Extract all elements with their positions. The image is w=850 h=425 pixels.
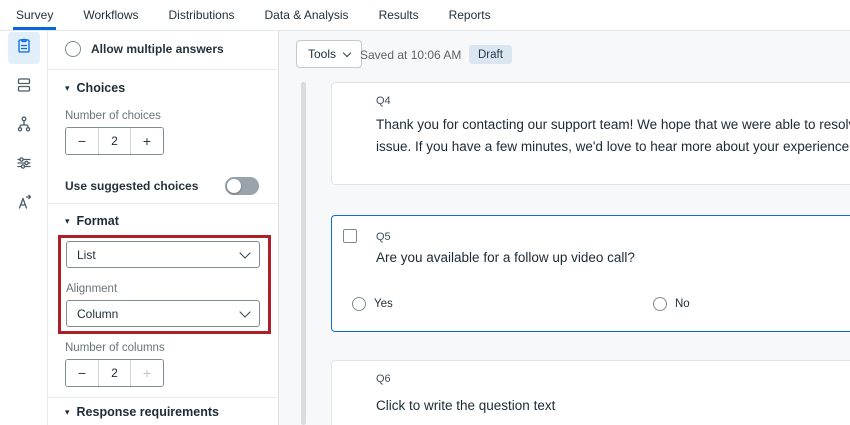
use-suggested-choices-label: Use suggested choices	[65, 179, 198, 193]
icon-rail	[0, 31, 48, 425]
tab-results[interactable]: Results	[379, 0, 419, 30]
alignment-dropdown-value: Column	[77, 307, 118, 321]
rail-item-blocks[interactable]	[8, 71, 40, 103]
question-text-line[interactable]: issue. If you have a few minutes, we'd l…	[376, 139, 850, 154]
option-label-yes: Yes	[374, 298, 393, 310]
question-id-label: Q6	[376, 373, 391, 385]
allow-multiple-answers-radio[interactable]	[65, 41, 81, 57]
number-of-columns-label: Number of columns	[65, 342, 165, 354]
survey-options-icon	[15, 154, 33, 177]
decrease-choices-button[interactable]: −	[66, 128, 98, 154]
caret-down-icon: ▾	[65, 84, 70, 93]
alignment-label: Alignment	[66, 283, 117, 295]
question-settings-panel: Allow multiple answers ▾ Choices Number …	[48, 31, 279, 425]
number-of-columns-value: 2	[98, 360, 131, 386]
caret-down-icon: ▾	[65, 408, 70, 417]
tab-distributions[interactable]: Distributions	[168, 0, 234, 30]
format-dropdown-value: List	[77, 248, 96, 262]
question-text[interactable]: Are you available for a follow up video …	[376, 250, 635, 265]
format-dropdown[interactable]: List	[66, 241, 260, 268]
rail-item-survey-options[interactable]	[8, 149, 40, 181]
chevron-down-icon	[343, 49, 351, 57]
tools-button[interactable]: Tools	[296, 40, 362, 68]
choices-section-title: Choices	[77, 81, 126, 95]
decrease-columns-button[interactable]: −	[66, 360, 98, 386]
radio-option-no[interactable]	[653, 297, 667, 311]
survey-canvas: Tools Saved at 10:06 AM Draft Q4 Thank y…	[279, 31, 850, 425]
rail-item-translations[interactable]	[8, 188, 40, 220]
chevron-down-icon	[239, 306, 250, 317]
survey-flow-icon	[15, 115, 33, 138]
rail-item-survey-flow[interactable]	[8, 110, 40, 142]
top-nav: Survey Workflows Distributions Data & An…	[0, 0, 850, 31]
divider	[48, 397, 279, 398]
number-of-columns-stepper: − 2 +	[65, 359, 164, 387]
question-card-q5[interactable]: Q5 Are you available for a follow up vid…	[331, 215, 850, 332]
survey-builder-icon	[15, 37, 33, 60]
radio-option-yes[interactable]	[352, 297, 366, 311]
chevron-down-icon	[239, 247, 250, 258]
question-card-q6[interactable]: Q6 Click to write the question text	[331, 360, 850, 425]
allow-multiple-answers-row: Allow multiple answers	[65, 40, 224, 58]
divider	[48, 203, 279, 204]
tools-button-label: Tools	[308, 47, 336, 61]
format-section-header[interactable]: ▾ Format	[65, 214, 119, 228]
question-id-label: Q4	[376, 95, 391, 107]
save-status: Saved at 10:06 AM	[360, 48, 461, 62]
question-text[interactable]: Click to write the question text	[376, 398, 555, 413]
tab-reports[interactable]: Reports	[449, 0, 491, 30]
answer-option-no: No	[653, 297, 690, 311]
rail-item-survey-builder[interactable]	[8, 32, 40, 64]
number-of-choices-value: 2	[98, 128, 131, 154]
translations-icon	[15, 193, 33, 216]
question-id-label: Q5	[376, 231, 391, 243]
divider	[48, 69, 279, 70]
question-text-line[interactable]: Thank you for contacting our support tea…	[376, 117, 850, 132]
use-suggested-choices-toggle[interactable]	[225, 177, 259, 195]
blocks-icon	[15, 76, 33, 99]
question-select-checkbox[interactable]	[343, 229, 357, 243]
number-of-choices-label: Number of choices	[65, 110, 161, 122]
increase-columns-button[interactable]: +	[131, 360, 163, 386]
tab-data-analysis[interactable]: Data & Analysis	[265, 0, 349, 30]
response-requirements-title: Response requirements	[77, 405, 219, 419]
option-label-no: No	[675, 298, 690, 310]
app-root: Survey Workflows Distributions Data & An…	[0, 0, 850, 425]
question-card-q4[interactable]: Q4 Thank you for contacting our support …	[331, 82, 850, 185]
caret-down-icon: ▾	[65, 217, 70, 226]
increase-choices-button[interactable]: +	[131, 128, 163, 154]
tab-workflows[interactable]: Workflows	[83, 0, 138, 30]
vertical-scrollbar[interactable]	[301, 82, 306, 425]
answer-option-yes: Yes	[352, 297, 393, 311]
number-of-choices-stepper: − 2 +	[65, 127, 164, 155]
alignment-dropdown[interactable]: Column	[66, 300, 260, 327]
toggle-knob	[227, 179, 241, 193]
draft-badge: Draft	[469, 45, 512, 64]
format-section-title: Format	[77, 214, 119, 228]
response-requirements-section-header[interactable]: ▾ Response requirements	[65, 405, 219, 419]
use-suggested-choices-row: Use suggested choices	[65, 177, 262, 195]
allow-multiple-answers-label: Allow multiple answers	[91, 42, 224, 56]
choices-section-header[interactable]: ▾ Choices	[65, 81, 125, 95]
tab-survey[interactable]: Survey	[16, 0, 53, 30]
